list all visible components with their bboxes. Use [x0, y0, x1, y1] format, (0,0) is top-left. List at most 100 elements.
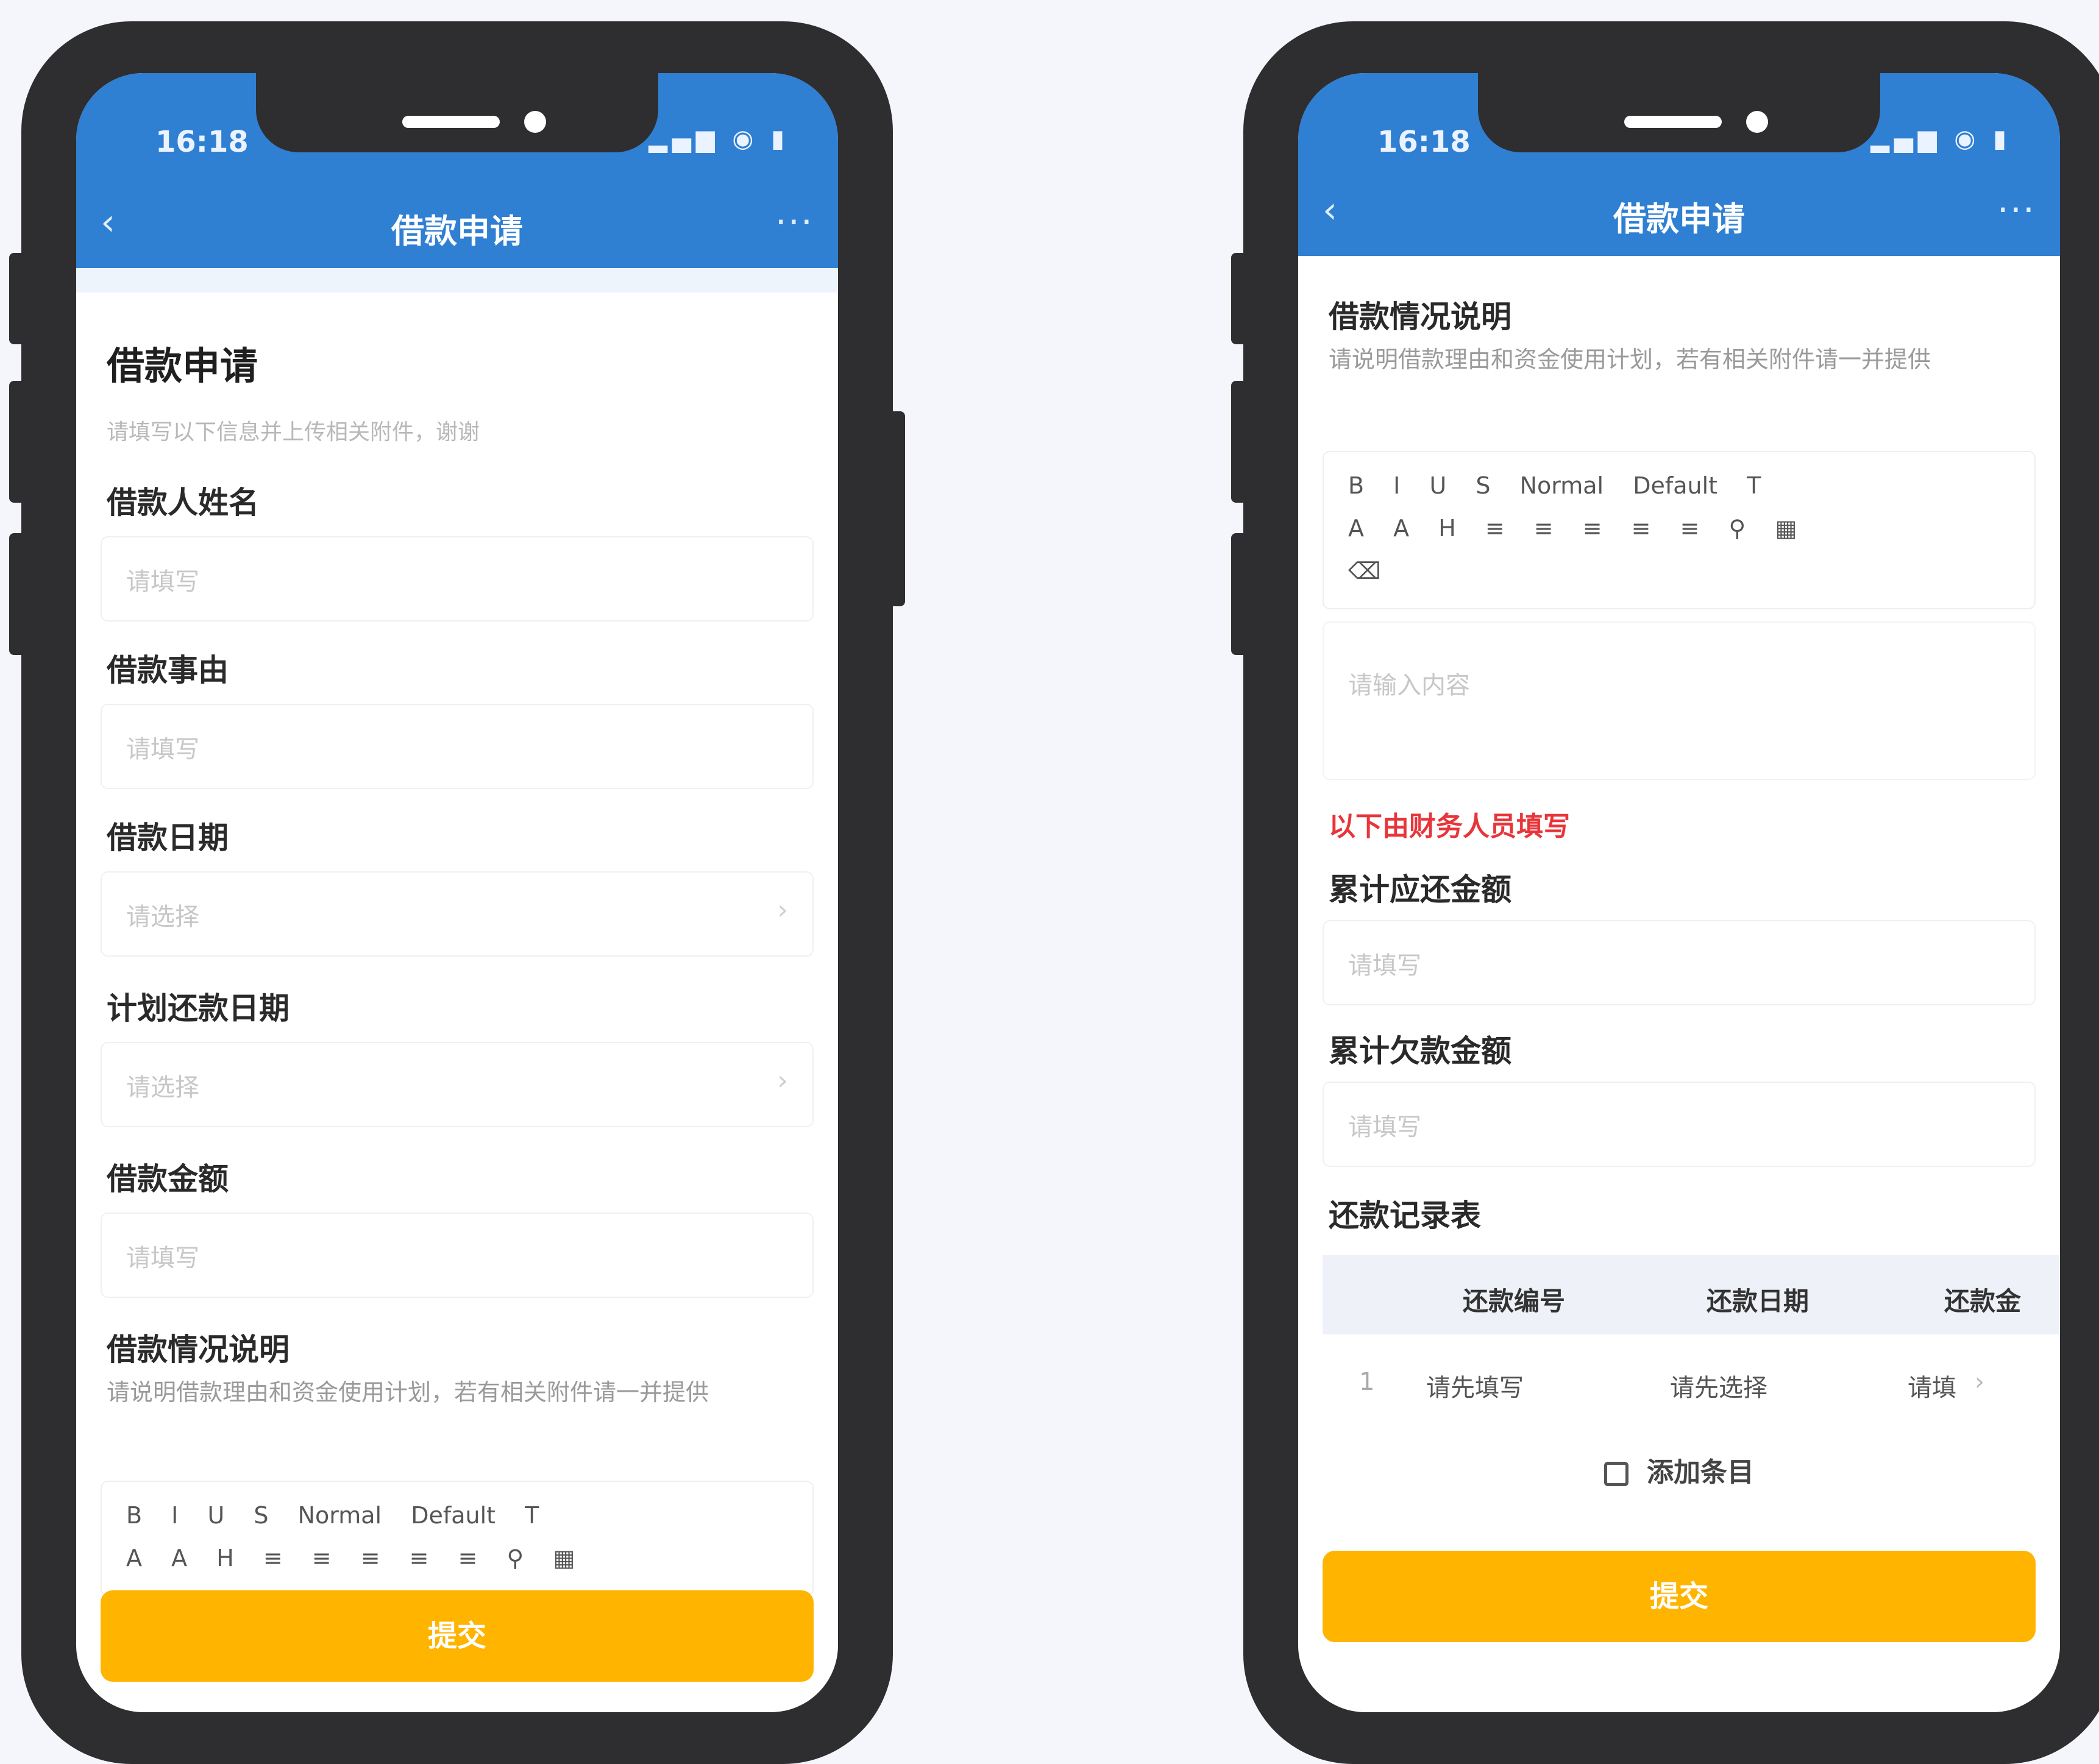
- cell-date[interactable]: 请先选择: [1670, 1368, 1767, 1403]
- speaker-icon: [1624, 116, 1722, 128]
- loan-date-picker[interactable]: 请选择 ›: [101, 871, 814, 957]
- field-label-total-repayable: 累计应还金额: [1329, 872, 1511, 907]
- notch: [256, 73, 658, 152]
- details-hint: 请说明借款理由和资金使用计划，若有相关附件请一并提供: [107, 1379, 709, 1406]
- align-center-button[interactable]: ≡: [410, 1537, 429, 1579]
- submit-button[interactable]: 提交: [101, 1590, 814, 1682]
- underline-button[interactable]: U: [207, 1494, 224, 1537]
- bold-button[interactable]: B: [126, 1494, 142, 1537]
- strikethrough-button[interactable]: S: [1476, 464, 1490, 507]
- speaker-icon: [402, 116, 500, 128]
- placeholder-text: 请填写: [1348, 952, 1421, 980]
- field-label-details: 借款情况说明: [107, 1332, 289, 1367]
- column-header-amount: 还款金: [1944, 1286, 2022, 1316]
- chevron-right-icon: ›: [777, 1065, 788, 1096]
- heading-button[interactable]: H: [216, 1537, 234, 1579]
- reason-input[interactable]: 请填写: [101, 704, 814, 789]
- field-label-reason: 借款事由: [107, 653, 229, 688]
- ordered-list-button[interactable]: ≡: [263, 1537, 283, 1579]
- field-label-repayment-date: 计划还款日期: [107, 991, 289, 1026]
- phone-frame-left: 16:18 ▂▄▆ ◉ ▮ ‹ 借款申请 ··· 借款申请 请填写以下信息并上传…: [9, 21, 905, 1764]
- font-select[interactable]: Default: [1633, 464, 1717, 507]
- camera-icon: [1746, 111, 1768, 133]
- power-button: [890, 411, 905, 606]
- font-size-button[interactable]: T: [525, 1494, 539, 1537]
- toolbar-row-1: B I U S Normal Default T: [1348, 464, 2010, 507]
- font-size-button[interactable]: T: [1747, 464, 1761, 507]
- ordered-list-button[interactable]: ≡: [1485, 507, 1505, 550]
- strikethrough-button[interactable]: S: [254, 1494, 268, 1537]
- mute-switch: [1231, 253, 1246, 344]
- placeholder-text: 请填写: [126, 735, 199, 763]
- table-button[interactable]: ▦: [1775, 507, 1797, 550]
- add-row-button[interactable]: 添加条目: [1323, 1450, 2036, 1489]
- total-repayable-input[interactable]: 请填写: [1323, 920, 2036, 1005]
- placeholder-text: 请填写: [126, 1244, 199, 1272]
- font-color-button[interactable]: A: [126, 1537, 142, 1579]
- finance-note: 以下由财务人员填写: [1329, 811, 1570, 842]
- rich-text-editor[interactable]: 请输入内容: [1323, 622, 2036, 780]
- column-header-date: 还款日期: [1707, 1286, 1810, 1316]
- add-row-label: 添加条目: [1647, 1457, 1754, 1488]
- cell-amount[interactable]: 请填: [1908, 1368, 1956, 1403]
- more-icon[interactable]: ···: [1997, 192, 2036, 228]
- placeholder-text: 请选择: [126, 903, 199, 931]
- field-label-amount: 借款金额: [107, 1161, 229, 1197]
- align-left-button[interactable]: ≡: [1583, 507, 1602, 550]
- highlight-button[interactable]: A: [1393, 507, 1409, 550]
- volume-up-button: [1231, 381, 1246, 503]
- underline-button[interactable]: U: [1429, 464, 1446, 507]
- chevron-right-icon: ›: [777, 894, 788, 926]
- link-button[interactable]: ⚲: [507, 1537, 524, 1579]
- form-content: 借款情况说明 请说明借款理由和资金使用计划，若有相关附件请一并提供 B I U …: [1323, 256, 2060, 1712]
- borrower-name-input[interactable]: 请填写: [101, 536, 814, 622]
- align-right-button[interactable]: ≡: [458, 1537, 478, 1579]
- toolbar-row-2: A A H ≡ ≡ ≡ ≡ ≡ ⚲ ▦: [126, 1537, 788, 1579]
- align-left-button[interactable]: ≡: [361, 1537, 380, 1579]
- details-hint: 请说明借款理由和资金使用计划，若有相关附件请一并提供: [1329, 346, 1931, 373]
- placeholder-text: 请填写: [126, 568, 199, 596]
- italic-button[interactable]: I: [171, 1494, 178, 1537]
- paragraph-style-select[interactable]: Normal: [298, 1494, 382, 1537]
- clear-format-button[interactable]: ⌫: [1348, 550, 1381, 592]
- paragraph-style-select[interactable]: Normal: [1520, 464, 1604, 507]
- font-color-button[interactable]: A: [1348, 507, 1364, 550]
- table-row[interactable]: 1 请先填写 请先选择 请填 ›: [1323, 1341, 2060, 1426]
- status-time: 16:18: [155, 125, 249, 159]
- toolbar-row-1: B I U S Normal Default T: [126, 1494, 788, 1537]
- chevron-right-icon: ›: [1975, 1368, 1984, 1396]
- heading-button[interactable]: H: [1438, 507, 1456, 550]
- submit-button[interactable]: 提交: [1323, 1551, 2036, 1642]
- repayment-date-picker[interactable]: 请选择 ›: [101, 1042, 814, 1127]
- placeholder-text: 请填写: [1348, 1113, 1421, 1141]
- form-content: 借款申请 请填写以下信息并上传相关附件，谢谢 借款人姓名 请填写 借款事由 请填…: [76, 268, 838, 1712]
- font-select[interactable]: Default: [411, 1494, 495, 1537]
- highlight-button[interactable]: A: [171, 1537, 187, 1579]
- rich-text-toolbar: B I U S Normal Default T A A H ≡ ≡ ≡ ≡ ≡: [1323, 451, 2036, 609]
- field-label-details: 借款情况说明: [1329, 299, 1511, 335]
- table-button[interactable]: ▦: [553, 1537, 575, 1579]
- toolbar-row-2: A A H ≡ ≡ ≡ ≡ ≡ ⚲ ▦: [1348, 507, 2010, 550]
- italic-button[interactable]: I: [1393, 464, 1400, 507]
- signal-battery-icon: ▂▄▆ ◉ ▮: [1870, 125, 2011, 153]
- cell-number[interactable]: 请先填写: [1426, 1368, 1524, 1403]
- total-outstanding-input[interactable]: 请填写: [1323, 1082, 2036, 1167]
- page-title: 借款申请: [391, 212, 523, 250]
- volume-up-button: [9, 381, 24, 503]
- volume-down-button: [1231, 533, 1246, 655]
- amount-input[interactable]: 请填写: [101, 1213, 814, 1298]
- mute-switch: [9, 253, 24, 344]
- bullet-list-button[interactable]: ≡: [1534, 507, 1554, 550]
- bold-button[interactable]: B: [1348, 464, 1364, 507]
- align-center-button[interactable]: ≡: [1632, 507, 1651, 550]
- link-button[interactable]: ⚲: [1729, 507, 1746, 550]
- column-header-number: 还款编号: [1463, 1286, 1566, 1316]
- page-title: 借款申请: [1613, 200, 1745, 238]
- table-header: 还款编号 还款日期 还款金: [1323, 1255, 2060, 1334]
- align-right-button[interactable]: ≡: [1680, 507, 1700, 550]
- placeholder-text: 请输入内容: [1348, 671, 1470, 700]
- bullet-list-button[interactable]: ≡: [312, 1537, 332, 1579]
- volume-down-button: [9, 533, 24, 655]
- notch: [1478, 73, 1880, 152]
- more-icon[interactable]: ···: [775, 204, 814, 241]
